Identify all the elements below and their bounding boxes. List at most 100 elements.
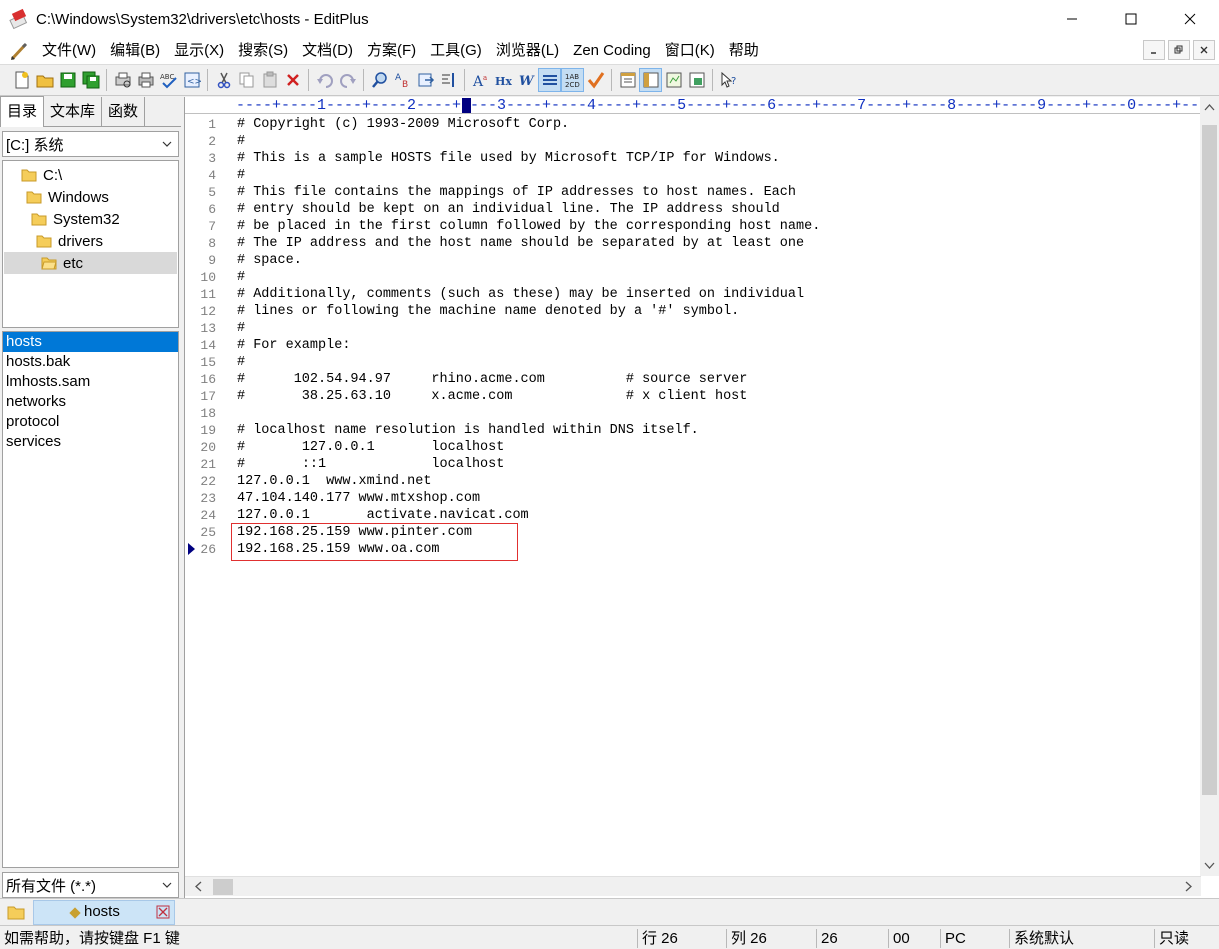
find-button[interactable] — [368, 68, 391, 92]
tab-directory[interactable]: 目录 — [0, 96, 45, 127]
tab-functions[interactable]: 函数 — [102, 97, 146, 126]
close-window-button[interactable] — [1160, 0, 1219, 38]
file-item-hosts-bak[interactable]: hosts.bak — [3, 352, 178, 372]
vertical-scrollbar[interactable] — [1200, 97, 1219, 876]
mdi-close-button[interactable] — [1193, 40, 1215, 60]
close-tab-icon[interactable] — [156, 905, 170, 919]
save-button[interactable] — [56, 68, 79, 92]
redo-button[interactable] — [336, 68, 359, 92]
file-item-lmhosts-sam[interactable]: lmhosts.sam — [3, 372, 178, 392]
paste-button[interactable] — [258, 68, 281, 92]
drive-select[interactable]: [C:] 系统 — [2, 131, 179, 157]
goto-button[interactable] — [414, 68, 437, 92]
cliptext-window-button[interactable] — [639, 68, 662, 92]
file-item-protocol[interactable]: protocol — [3, 412, 178, 432]
code-line[interactable]: # localhost name resolution is handled w… — [237, 422, 1197, 439]
open-file-button[interactable] — [33, 68, 56, 92]
code-line[interactable]: # This file contains the mappings of IP … — [237, 184, 1197, 201]
code-line[interactable]: # space. — [237, 252, 1197, 269]
menu-search[interactable]: 搜索(S) — [231, 38, 295, 64]
tree-item-windows[interactable]: Windows — [26, 186, 109, 208]
menu-tools[interactable]: 工具(G) — [423, 38, 489, 64]
tree-item-c-drive[interactable]: C:\ — [21, 164, 62, 186]
replace-button[interactable]: AB — [391, 68, 414, 92]
print-button[interactable] — [134, 68, 157, 92]
check-button[interactable] — [584, 68, 607, 92]
file-item-hosts[interactable]: hosts — [3, 332, 178, 352]
menu-project[interactable]: 方案(F) — [360, 38, 423, 64]
tree-item-drivers[interactable]: drivers — [36, 230, 103, 252]
code-line[interactable]: # For example: — [237, 337, 1197, 354]
menu-edit[interactable]: 编辑(B) — [103, 38, 167, 64]
cut-button[interactable] — [212, 68, 235, 92]
code-line[interactable]: # 38.25.63.10 x.acme.com # x client host — [237, 388, 1197, 405]
menu-file[interactable]: 文件(W) — [35, 38, 103, 64]
code-line[interactable] — [237, 405, 1197, 422]
scroll-left-icon[interactable] — [194, 881, 202, 892]
menu-window[interactable]: 窗口(K) — [658, 38, 722, 64]
code-line[interactable]: # be placed in the first column followed… — [237, 218, 1197, 235]
mdi-restore-button[interactable] — [1168, 40, 1190, 60]
code-line[interactable]: # Additionally, comments (such as these)… — [237, 286, 1197, 303]
scroll-down-icon[interactable] — [1204, 862, 1215, 870]
maximize-button[interactable] — [1101, 0, 1160, 38]
hex-view-button[interactable]: Hx — [492, 68, 515, 92]
directory-window-button[interactable] — [616, 68, 639, 92]
directory-toggle-button[interactable] — [3, 901, 29, 923]
minimize-button[interactable] — [1042, 0, 1101, 38]
code-line[interactable]: # Copyright (c) 1993-2009 Microsoft Corp… — [237, 116, 1197, 133]
code-line[interactable]: # This is a sample HOSTS file used by Mi… — [237, 150, 1197, 167]
code-area[interactable]: # Copyright (c) 1993-2009 Microsoft Corp… — [237, 116, 1197, 558]
font-size-button[interactable]: Aa — [469, 68, 492, 92]
code-line[interactable]: # 127.0.0.1 localhost — [237, 439, 1197, 456]
code-line[interactable]: # — [237, 133, 1197, 150]
code-line[interactable]: # ::1 localhost — [237, 456, 1197, 473]
save-all-button[interactable] — [79, 68, 102, 92]
menu-document[interactable]: 文档(D) — [295, 38, 360, 64]
ruler-button[interactable]: 1AB 2CD — [561, 68, 584, 92]
menu-view[interactable]: 显示(X) — [167, 38, 231, 64]
horizontal-scroll-thumb[interactable] — [213, 879, 233, 895]
new-file-button[interactable] — [10, 68, 33, 92]
menu-browser[interactable]: 浏览器(L) — [489, 38, 566, 64]
horizontal-scrollbar[interactable] — [185, 876, 1201, 896]
print-preview-button[interactable] — [111, 68, 134, 92]
code-line[interactable]: # — [237, 167, 1197, 184]
file-item-networks[interactable]: networks — [3, 392, 178, 412]
indent-button[interactable] — [437, 68, 460, 92]
code-line[interactable]: 127.0.0.1 www.xmind.net — [237, 473, 1197, 490]
file-item-services[interactable]: services — [3, 432, 178, 452]
code-line[interactable]: # The IP address and the host name shoul… — [237, 235, 1197, 252]
code-line[interactable]: # entry should be kept on an individual … — [237, 201, 1197, 218]
menu-help[interactable]: 帮助 — [722, 38, 766, 64]
tree-item-system32[interactable]: System32 — [31, 208, 120, 230]
preview-window-button[interactable] — [685, 68, 708, 92]
code-line[interactable]: # — [237, 269, 1197, 286]
code-line[interactable]: # — [237, 320, 1197, 337]
editplus-app-icon[interactable] — [8, 8, 30, 30]
browser-view-button[interactable]: <> — [180, 68, 203, 92]
code-line[interactable]: # 102.54.94.97 rhino.acme.com # source s… — [237, 371, 1197, 388]
menu-zen-coding[interactable]: Zen Coding — [566, 38, 658, 64]
tree-item-etc[interactable]: etc — [4, 252, 177, 274]
context-help-button[interactable]: ? — [717, 68, 740, 92]
mdi-minimize-button[interactable] — [1143, 40, 1165, 60]
code-line[interactable]: # — [237, 354, 1197, 371]
delete-button[interactable] — [281, 68, 304, 92]
code-line[interactable]: 47.104.140.177 www.mtxshop.com — [237, 490, 1197, 507]
code-line[interactable]: 127.0.0.1 activate.navicat.com — [237, 507, 1197, 524]
scroll-right-icon[interactable] — [1185, 881, 1193, 892]
editor-pane[interactable]: ----+----1----+----2----+----3----+----4… — [184, 97, 1219, 898]
tab-cliptext[interactable]: 文本库 — [44, 97, 103, 126]
word-wrap-button[interactable]: W — [515, 68, 538, 92]
copy-button[interactable] — [235, 68, 258, 92]
output-window-button[interactable] — [662, 68, 685, 92]
code-line[interactable]: # lines or following the machine name de… — [237, 303, 1197, 320]
line-numbers-button[interactable] — [538, 68, 561, 92]
document-tab-hosts[interactable]: hosts — [33, 900, 175, 925]
undo-button[interactable] — [313, 68, 336, 92]
spell-check-button[interactable]: ABC — [157, 68, 180, 92]
file-filter-select[interactable]: 所有文件 (*.*) — [2, 872, 179, 898]
scroll-up-icon[interactable] — [1204, 103, 1215, 111]
vertical-scroll-thumb[interactable] — [1202, 125, 1217, 795]
